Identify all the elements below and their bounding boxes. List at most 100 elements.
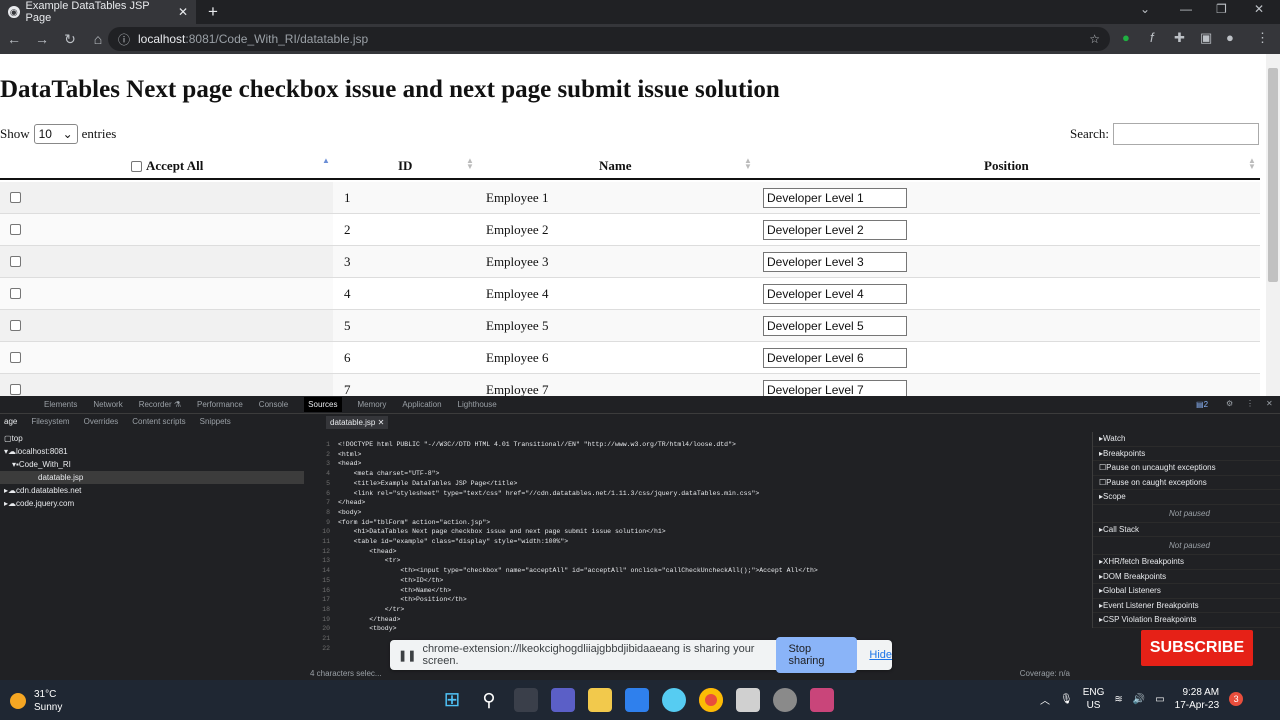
sort-icon[interactable]: ▲ ▼ [466,157,474,171]
position-input[interactable]: Developer Level 5 [763,316,907,336]
devtools-tab[interactable]: Console [259,400,288,409]
info-icon[interactable]: ⓘ [118,31,130,48]
editor-app-icon[interactable] [810,688,834,712]
forward-icon[interactable]: → [28,31,56,47]
issues-badge[interactable]: ▤2 [1196,400,1208,409]
debugger-section[interactable]: ▸ Breakpoints [1093,447,1280,461]
address-bar[interactable]: ⓘ localhost:8081/Code_With_RI/datatable.… [108,27,1110,51]
entries-select[interactable]: 10 ⌄ [33,124,78,144]
battery-icon[interactable]: ▭ [1155,694,1164,705]
devtools-tab[interactable]: Network [93,400,122,409]
chrome-icon[interactable] [699,688,723,712]
settings-icon[interactable] [773,688,797,712]
reload-icon[interactable]: ↻ [56,31,84,48]
header-accept-all[interactable]: Accept All [131,158,203,174]
bookmark-star-icon[interactable]: ☆ [1089,32,1100,46]
stop-sharing-button[interactable]: Stop sharing [776,637,858,673]
sources-nav-tab[interactable]: Content scripts [132,417,185,426]
devtools-tab[interactable]: Elements [44,400,77,409]
row-checkbox[interactable] [10,288,21,299]
search-icon[interactable]: ⚲ [477,688,501,712]
close-devtools-icon[interactable]: ✕ [1266,399,1273,408]
sources-nav-tab[interactable]: Overrides [84,417,119,426]
file-tree-item[interactable]: ▢ top [0,432,304,445]
debugger-section[interactable]: ▸ Call Stack [1093,523,1280,537]
side-panel-icon[interactable]: ▣ [1200,30,1212,46]
close-window-icon[interactable]: ✕ [1254,2,1264,16]
checkbox-icon[interactable]: ☐ [1099,478,1106,487]
sources-nav-tab[interactable]: age [4,417,17,426]
minimize-icon[interactable]: — [1180,2,1192,16]
volume-icon[interactable]: 🔊 [1133,694,1145,705]
clock[interactable]: 9:28 AM 17-Apr-23 [1175,686,1219,712]
page-scrollbar[interactable] [1266,54,1280,396]
position-input[interactable]: Developer Level 2 [763,220,907,240]
mic-icon[interactable]: 🎙 [1060,694,1073,705]
debugger-section[interactable]: ▸ Scope [1093,490,1280,505]
debugger-section[interactable]: ▸ Global Listeners [1093,584,1280,599]
sort-icon[interactable]: ▲ ▼ [1248,157,1256,171]
row-checkbox[interactable] [10,320,21,331]
row-checkbox[interactable] [10,256,21,267]
hide-link[interactable]: Hide [869,649,892,661]
mail-icon[interactable] [625,688,649,712]
debugger-section[interactable]: Not paused [1093,505,1280,523]
search-input[interactable] [1112,123,1259,145]
grammarly-icon[interactable]: ● [1122,30,1130,45]
file-tree-item[interactable]: ▸☁ code.jquery.com [0,497,304,510]
debugger-section[interactable]: ▸ DOM Breakpoints [1093,570,1280,584]
close-tab-icon[interactable]: ✕ [178,5,188,19]
settings-gear-icon[interactable]: ⚙ [1226,399,1233,408]
subscribe-overlay[interactable]: SUBSCRIBE [1141,630,1253,666]
code-editor[interactable]: 1 <!DOCTYPE html PUBLIC "-//W3C//DTD HTML… [310,440,1080,653]
devtools-tab[interactable]: Memory [358,400,387,409]
sort-icon[interactable]: ▲ ▼ [744,157,752,171]
sort-asc-icon[interactable]: ▲ [322,157,330,165]
scrollbar-thumb[interactable] [1268,68,1278,282]
accept-all-checkbox[interactable] [131,160,142,172]
chevron-up-icon[interactable]: ︿ [1040,692,1050,707]
header-id[interactable]: ID [398,158,412,174]
task-view-icon[interactable] [514,688,538,712]
header-position[interactable]: Position [984,158,1029,174]
tab-search-icon[interactable]: ⌄ [1140,2,1150,16]
new-tab-button[interactable]: + [208,2,218,22]
checkbox-icon[interactable]: ☐ [1099,463,1106,472]
weather-widget[interactable]: 31°C Sunny [10,688,62,714]
debugger-section[interactable]: ☐ Pause on caught exceptions [1093,476,1280,490]
position-input[interactable]: Developer Level 3 [763,252,907,272]
row-checkbox[interactable] [10,224,21,235]
file-tree-item[interactable]: datatable.jsp [0,471,304,484]
profile-avatar[interactable]: ● [1226,30,1234,45]
maximize-icon[interactable]: ❐ [1216,2,1227,16]
position-input[interactable]: Developer Level 7 [763,380,907,396]
debugger-section[interactable]: ☐ Pause on uncaught exceptions [1093,461,1280,476]
devtools-tab[interactable]: Lighthouse [458,400,497,409]
position-input[interactable]: Developer Level 1 [763,188,907,208]
file-tree-item[interactable]: ▾▪ Code_With_RI [0,458,304,471]
devtools-tab[interactable]: Application [402,400,441,409]
editor-file-tab[interactable]: datatable.jsp ✕ [326,416,389,429]
snipping-tool-icon[interactable] [736,688,760,712]
file-tree-item[interactable]: ▸☁ cdn.datatables.net [0,484,304,497]
debugger-section[interactable]: Not paused [1093,537,1280,555]
language-indicator[interactable]: ENG US [1083,686,1105,712]
more-icon[interactable]: ⋮ [1246,399,1254,408]
file-tree-item[interactable]: ▾☁ localhost:8081 [0,445,304,458]
menu-icon[interactable]: ⋮ [1256,30,1269,46]
browser-tab[interactable]: ◉ Example DataTables JSP Page ✕ [0,0,196,24]
devtools-tab[interactable]: Recorder ⚗ [139,400,181,409]
position-input[interactable]: Developer Level 6 [763,348,907,368]
position-input[interactable]: Developer Level 4 [763,284,907,304]
sources-nav-tab[interactable]: Snippets [200,417,231,426]
notification-badge[interactable]: 3 [1229,692,1244,706]
chat-icon[interactable] [551,688,575,712]
app-icon[interactable] [662,688,686,712]
header-name[interactable]: Name [599,158,632,174]
formula-extension-icon[interactable]: f [1150,30,1154,45]
start-icon[interactable]: ⊞ [440,688,464,712]
sources-nav-tab[interactable]: Filesystem [31,417,69,426]
devtools-tab[interactable]: Performance [197,400,243,409]
wifi-icon[interactable]: ≋ [1114,694,1122,705]
back-icon[interactable]: ← [0,31,28,47]
